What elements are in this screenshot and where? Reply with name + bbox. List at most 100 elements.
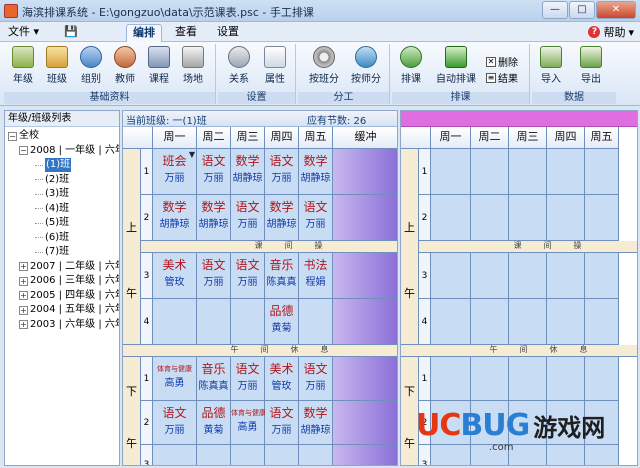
tab-view[interactable]: 查看 (168, 24, 204, 42)
tree-node[interactable]: +2003 | 六年级 | 六年 (19, 318, 119, 332)
tree-node[interactable]: +2006 | 三年级 | 六年 (19, 274, 119, 288)
schedule-slot[interactable] (431, 149, 471, 195)
tree-node[interactable]: (2)班 (35, 173, 69, 187)
schedule-slot[interactable] (547, 445, 585, 465)
schedule-slot[interactable]: 数学 胡静琼 (197, 195, 231, 241)
schedule-slot[interactable]: 书法 程娟 (299, 253, 333, 299)
schedule-slot[interactable] (431, 195, 471, 241)
schedule-slot[interactable]: 数学 胡静琼 (265, 195, 299, 241)
schedule-slot[interactable]: 数学 胡静琼 (299, 149, 333, 195)
expand-icon[interactable]: + (19, 305, 28, 315)
schedule-slot[interactable] (197, 445, 231, 465)
schedule-slot[interactable] (585, 195, 619, 241)
tree-node[interactable]: +2005 | 四年级 | 六年 (19, 289, 119, 303)
property-button[interactable]: 属性 (260, 46, 290, 85)
export-button[interactable]: 导出 (576, 46, 606, 85)
schedule-slot[interactable] (431, 445, 471, 465)
schedule-slot[interactable] (265, 445, 299, 465)
schedule-slot[interactable]: 音乐 陈真真 (265, 253, 299, 299)
schedule-slot[interactable]: 美术 管玫 (153, 253, 197, 299)
assign-by-class-button[interactable]: 按班分 (306, 46, 342, 85)
close-button[interactable]: ✕ (596, 1, 636, 19)
quick-save-icon[interactable]: 💾 (60, 24, 82, 40)
schedule-slot[interactable]: 语文 万丽 (265, 149, 299, 195)
schedule-slot[interactable]: 数学 胡静琼 (231, 149, 265, 195)
schedule-slot[interactable] (431, 357, 471, 401)
schedule-slot[interactable]: 语文 万丽 (265, 401, 299, 445)
tree-node[interactable]: (1)班 (35, 158, 72, 172)
tab-settings[interactable]: 设置 (210, 24, 246, 42)
schedule-slot[interactable] (431, 299, 471, 345)
maximize-button[interactable]: □ (569, 1, 595, 19)
schedule-slot[interactable] (471, 149, 509, 195)
collapse-icon[interactable]: − (19, 146, 28, 155)
buffer-slot[interactable] (333, 445, 397, 465)
buffer-slot[interactable] (333, 357, 397, 401)
grade-button[interactable]: 年级 (8, 46, 38, 85)
tree-node[interactable]: (3)班 (35, 187, 69, 201)
import-button[interactable]: 导入 (536, 46, 566, 85)
schedule-slot[interactable] (471, 195, 509, 241)
expand-icon[interactable]: + (19, 276, 28, 286)
expand-icon[interactable]: + (19, 320, 28, 329)
schedule-slot[interactable] (509, 149, 547, 195)
schedule-slot[interactable] (299, 299, 333, 345)
schedule-slot[interactable] (547, 149, 585, 195)
schedule-slot[interactable] (585, 299, 619, 345)
schedule-button[interactable]: 排课 (396, 46, 426, 85)
expand-icon[interactable]: + (19, 291, 28, 300)
collapse-icon[interactable]: − (8, 131, 17, 141)
relation-button[interactable]: 关系 (224, 46, 254, 85)
tree-node[interactable]: (5)班 (35, 216, 69, 230)
schedule-slot[interactable] (509, 299, 547, 345)
tree-node[interactable]: −2008 | 一年级 | 六年 (19, 144, 119, 158)
schedule-slot[interactable]: 品德 黄菊 (265, 299, 299, 345)
schedule-slot[interactable]: 语文 万丽 (153, 401, 197, 445)
tree-node[interactable]: +2004 | 五年级 | 六年 (19, 303, 119, 317)
schedule-slot[interactable] (431, 253, 471, 299)
tree-node[interactable]: − 全校 (8, 129, 39, 143)
teacher-button[interactable]: 教师 (110, 46, 140, 85)
schedule-slot[interactable]: 语文 万丽 (231, 253, 265, 299)
schedule-slot[interactable]: 语文 万丽 (299, 357, 333, 401)
schedule-slot[interactable] (585, 357, 619, 401)
expand-icon[interactable]: + (19, 262, 28, 271)
schedule-slot[interactable]: 品德 黄菊 (197, 401, 231, 445)
schedule-slot[interactable] (299, 445, 333, 465)
schedule-slot[interactable] (547, 195, 585, 241)
schedule-slot[interactable] (197, 299, 231, 345)
tree-node[interactable]: (7)班 (35, 245, 69, 259)
schedule-slot[interactable] (231, 299, 265, 345)
schedule-slot[interactable]: 语文 万丽 (231, 357, 265, 401)
schedule-slot[interactable]: 语文 万丽 (197, 149, 231, 195)
schedule-slot[interactable]: 体育与健康 高勇 (153, 357, 197, 401)
schedule-slot[interactable] (547, 299, 585, 345)
schedule-slot[interactable] (509, 253, 547, 299)
buffer-slot[interactable] (333, 299, 397, 345)
schedule-slot[interactable] (547, 357, 585, 401)
help-button[interactable]: ? 帮助 ▾ (588, 24, 634, 40)
venue-button[interactable]: 场地 (178, 46, 208, 85)
schedule-slot[interactable]: 美术 管玫 (265, 357, 299, 401)
schedule-slot[interactable] (509, 195, 547, 241)
result-button[interactable]: ≡ 结果 (486, 70, 518, 85)
auto-schedule-button[interactable]: 自动排课 (434, 46, 478, 85)
schedule-slot[interactable] (585, 445, 619, 465)
schedule-slot[interactable]: 数学 胡静琼 (299, 401, 333, 445)
class-button[interactable]: 班级 (42, 46, 72, 85)
schedule-slot[interactable] (547, 253, 585, 299)
schedule-slot[interactable]: 数学 胡静琼 (153, 195, 197, 241)
buffer-slot[interactable] (333, 149, 397, 195)
minimize-button[interactable]: — (542, 1, 568, 19)
schedule-slot[interactable] (471, 299, 509, 345)
schedule-slot[interactable] (231, 445, 265, 465)
tree-node[interactable]: (6)班 (35, 231, 69, 245)
schedule-slot[interactable] (585, 253, 619, 299)
schedule-slot[interactable] (509, 357, 547, 401)
tab-arrange[interactable]: 编排 (126, 24, 162, 42)
schedule-slot[interactable]: 语文 万丽 (197, 253, 231, 299)
schedule-slot[interactable] (153, 299, 197, 345)
tree-node[interactable]: +2007 | 二年级 | 六年 (19, 260, 119, 274)
schedule-slot[interactable]: 音乐 陈真真 (197, 357, 231, 401)
schedule-slot[interactable] (153, 445, 197, 465)
